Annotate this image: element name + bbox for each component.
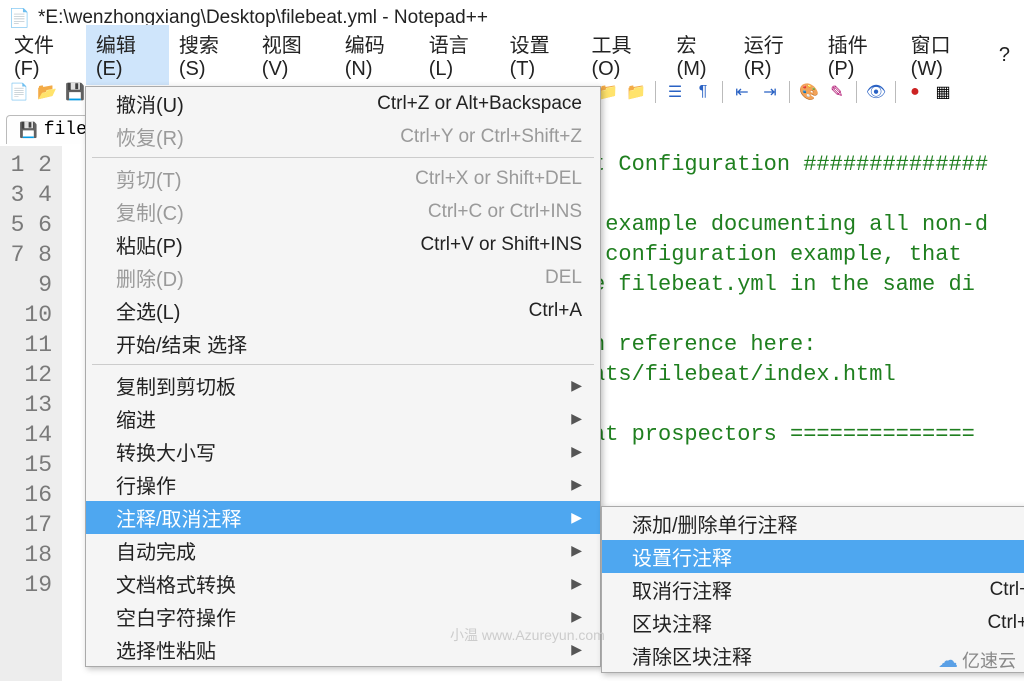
toolbar-separator bbox=[789, 81, 790, 103]
menubar-item[interactable]: 视图(V) bbox=[252, 25, 335, 85]
menu-item[interactable]: 区块注释 Ctrl+Shift+Q bbox=[602, 606, 1024, 639]
toolbar-separator bbox=[655, 81, 656, 103]
menu-item[interactable]: 取消行注释 Ctrl+Shift+K bbox=[602, 573, 1024, 606]
menu-shortcut: Ctrl+A bbox=[529, 300, 582, 322]
indent-left-icon[interactable]: ⇤ bbox=[729, 79, 755, 105]
brand-text: 亿速云 bbox=[962, 647, 1016, 673]
menu-item[interactable]: 添加/删除单行注释Ctrl+Q bbox=[602, 507, 1024, 540]
menubar: 文件(F)编辑(E)搜索(S)视图(V)编码(N)语言(L)设置(T)工具(O)… bbox=[0, 36, 1024, 74]
menu-separator bbox=[92, 364, 594, 365]
menu-item-label: 粘贴(P) bbox=[116, 230, 396, 259]
menu-item[interactable]: 文档格式转换▶ bbox=[86, 567, 600, 600]
brand-logo: ☁ 亿速云 bbox=[938, 647, 1016, 673]
menu-item-label: 设置行注释 bbox=[632, 542, 1015, 571]
menu-item: 恢复(R) Ctrl+Y or Ctrl+Shift+Z bbox=[86, 120, 600, 153]
menu-item-label: 文档格式转换 bbox=[116, 569, 571, 598]
toolbar-separator bbox=[856, 81, 857, 103]
line-gutter: 1 2 3 4 5 6 7 8 9 10 11 12 13 14 15 16 1… bbox=[0, 146, 62, 681]
menu-shortcut: Ctrl+Y or Ctrl+Shift+Z bbox=[400, 126, 582, 148]
palette-icon[interactable]: 🎨 bbox=[796, 79, 822, 105]
menu-item[interactable]: 注释/取消注释▶ bbox=[86, 501, 600, 534]
menubar-item[interactable]: 窗口(W) bbox=[901, 25, 989, 85]
menu-separator bbox=[92, 157, 594, 158]
menu-item[interactable]: 转换大小写▶ bbox=[86, 435, 600, 468]
cloud-icon: ☁ bbox=[938, 648, 958, 673]
menu-item[interactable]: 开始/结束 选择 bbox=[86, 327, 600, 360]
menu-item[interactable]: 全选(L) Ctrl+A bbox=[86, 294, 600, 327]
align-icon[interactable]: ☰ bbox=[662, 79, 688, 105]
menubar-item[interactable]: 宏(M) bbox=[667, 25, 734, 85]
indent-right-icon[interactable]: ⇥ bbox=[757, 79, 783, 105]
menu-shortcut: Ctrl+Z or Alt+Backspace bbox=[377, 93, 582, 115]
menu-item-label: 添加/删除单行注释 bbox=[632, 509, 1013, 538]
menu-item[interactable]: 行操作▶ bbox=[86, 468, 600, 501]
menu-item-label: 剪切(T) bbox=[116, 164, 391, 193]
menu-item-label: 取消行注释 bbox=[632, 575, 966, 604]
menubar-item[interactable]: ? bbox=[989, 40, 1020, 71]
menubar-item[interactable]: 插件(P) bbox=[818, 25, 901, 85]
menu-shortcut: Ctrl+X or Shift+DEL bbox=[415, 168, 582, 190]
toolbar-separator bbox=[722, 81, 723, 103]
menu-shortcut: Ctrl+Shift+Q bbox=[987, 612, 1024, 634]
submenu-arrow-icon: ▶ bbox=[571, 377, 582, 394]
menu-item[interactable]: 缩进▶ bbox=[86, 402, 600, 435]
menubar-item[interactable]: 语言(L) bbox=[419, 25, 500, 85]
submenu-arrow-icon: ▶ bbox=[571, 443, 582, 460]
record-icon[interactable]: ● bbox=[902, 79, 928, 105]
folder2-icon[interactable]: 📁 bbox=[623, 79, 649, 105]
menu-item[interactable]: 设置行注释Ctrl+K bbox=[602, 540, 1024, 573]
edit-menu-dropdown: 撤消(U) Ctrl+Z or Alt+Backspace恢复(R) Ctrl+Y … bbox=[85, 86, 601, 667]
menu-item-label: 恢复(R) bbox=[116, 122, 376, 151]
menu-item: 剪切(T) Ctrl+X or Shift+DEL bbox=[86, 162, 600, 195]
pilcrow-icon[interactable]: ¶ bbox=[690, 79, 716, 105]
toolbar-separator bbox=[895, 81, 896, 103]
menubar-item[interactable]: 运行(R) bbox=[734, 25, 818, 85]
submenu-arrow-icon: ▶ bbox=[571, 410, 582, 427]
menu-item-label: 复制(C) bbox=[116, 197, 404, 226]
submenu-arrow-icon: ▶ bbox=[571, 608, 582, 625]
menu-item-label: 删除(D) bbox=[116, 263, 521, 292]
menubar-item[interactable]: 编辑(E) bbox=[86, 25, 169, 85]
submenu-arrow-icon: ▶ bbox=[571, 542, 582, 559]
menu-shortcut: Ctrl+V or Shift+INS bbox=[420, 234, 582, 256]
menu-item-label: 转换大小写 bbox=[116, 437, 571, 466]
menu-item: 复制(C) Ctrl+C or Ctrl+INS bbox=[86, 195, 600, 228]
open-file-icon[interactable]: 📂 bbox=[34, 79, 60, 105]
menu-item[interactable]: 撤消(U) Ctrl+Z or Alt+Backspace bbox=[86, 87, 600, 120]
watermark: 小温 www.Azureyun.com bbox=[450, 625, 605, 645]
menu-item-label: 复制到剪切板 bbox=[116, 371, 571, 400]
menu-shortcut: Ctrl+C or Ctrl+INS bbox=[428, 201, 582, 223]
menubar-item[interactable]: 编码(N) bbox=[335, 25, 419, 85]
menu-shortcut: DEL bbox=[545, 267, 582, 289]
menubar-item[interactable]: 文件(F) bbox=[4, 25, 86, 85]
new-file-icon[interactable]: 📄 bbox=[6, 79, 32, 105]
submenu-arrow-icon: ▶ bbox=[571, 509, 582, 526]
menu-item: 删除(D) DEL bbox=[86, 261, 600, 294]
menubar-item[interactable]: 搜索(S) bbox=[169, 25, 252, 85]
marker-icon[interactable]: ✎ bbox=[824, 79, 850, 105]
submenu-arrow-icon: ▶ bbox=[571, 476, 582, 493]
menu-item-label: 自动完成 bbox=[116, 536, 571, 565]
menu-item-label: 行操作 bbox=[116, 470, 571, 499]
menubar-item[interactable]: 设置(T) bbox=[500, 25, 582, 85]
submenu-arrow-icon: ▶ bbox=[571, 575, 582, 592]
menu-item-label: 区块注释 bbox=[632, 608, 963, 637]
menu-item-label: 全选(L) bbox=[116, 296, 505, 325]
eye-icon[interactable]: 👁 bbox=[863, 79, 889, 105]
menu-item-label: 撤消(U) bbox=[116, 89, 353, 118]
unsaved-icon: 💾 bbox=[19, 121, 38, 139]
menu-item[interactable]: 粘贴(P) Ctrl+V or Shift+INS bbox=[86, 228, 600, 261]
more-icon[interactable]: ▦ bbox=[930, 79, 956, 105]
menubar-item[interactable]: 工具(O) bbox=[581, 25, 666, 85]
menu-item-label: 注释/取消注释 bbox=[116, 503, 571, 532]
menu-item-label: 缩进 bbox=[116, 404, 571, 433]
menu-item[interactable]: 自动完成▶ bbox=[86, 534, 600, 567]
tab-label: file bbox=[44, 120, 87, 140]
menu-item-label: 开始/结束 选择 bbox=[116, 329, 582, 358]
menu-shortcut: Ctrl+Shift+K bbox=[990, 579, 1024, 601]
menu-item[interactable]: 复制到剪切板▶ bbox=[86, 369, 600, 402]
